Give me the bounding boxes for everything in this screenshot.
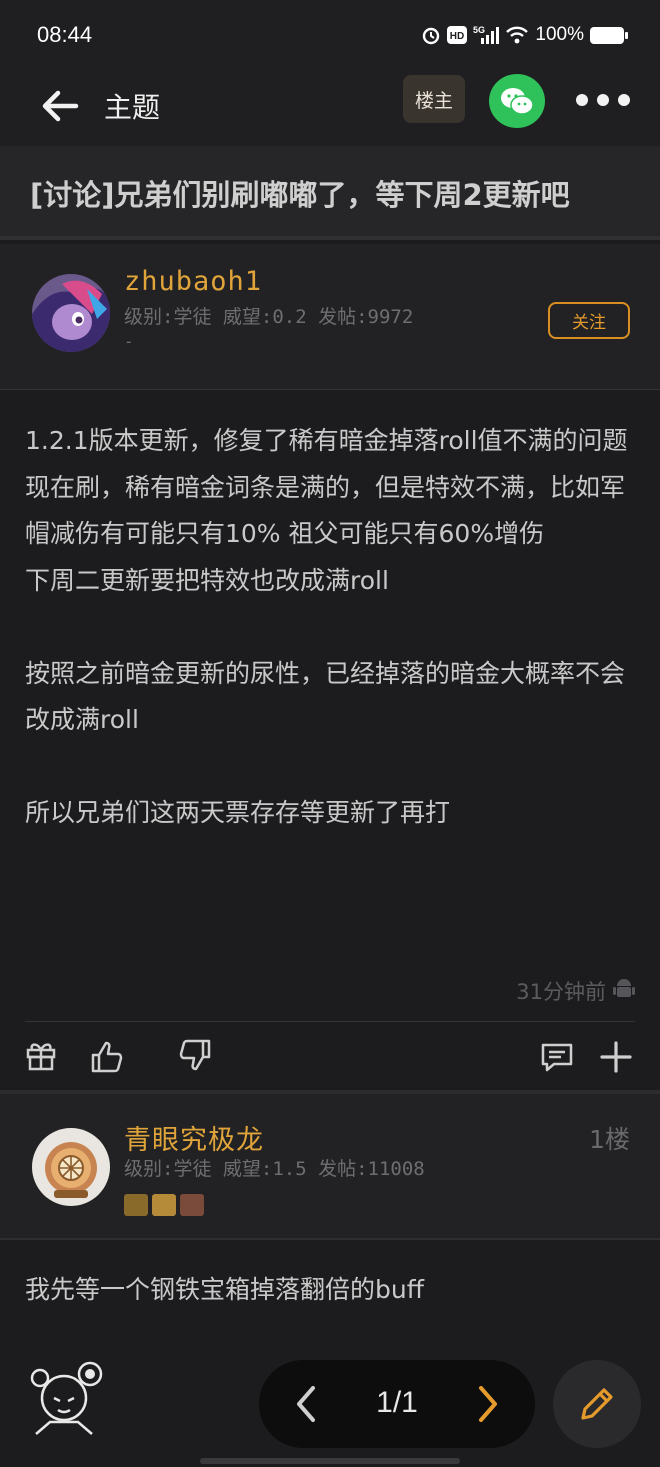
app-header: 主题 楼主 xyxy=(0,72,660,146)
reply-author-meta: 级别:学徒 威望:1.5 发帖:11008 xyxy=(124,1158,425,1180)
author-meta-extra: - xyxy=(124,332,134,351)
badge-icon xyxy=(180,1194,204,1216)
author-meta: 级别:学徒 威望:0.2 发帖:9972 xyxy=(124,306,414,328)
post-timestamp: 31分钟前 xyxy=(516,980,606,1004)
reply-header: 青眼究极龙 级别:学徒 威望:1.5 发帖:11008 1楼 xyxy=(0,1090,660,1240)
gift-icon[interactable] xyxy=(24,1038,58,1072)
dislike-icon[interactable] xyxy=(178,1038,212,1072)
post-line: 现在刷，稀有暗金词条是满的，但是特效不满，比如军帽减伤有可能只有10% 祖父可能… xyxy=(25,472,626,549)
hd-icon: HD xyxy=(447,26,468,44)
status-bar: 08:44 HD 5G 100% xyxy=(0,0,660,72)
user-badges xyxy=(124,1194,204,1216)
author-row: zhubaoh1 级别:学徒 威望:0.2 发帖:9972 - 关注 xyxy=(0,244,660,390)
post-divider xyxy=(25,1021,635,1022)
page-title: 主题 xyxy=(104,91,161,124)
comment-icon[interactable] xyxy=(540,1040,574,1074)
follow-button[interactable]: 关注 xyxy=(548,302,630,339)
chevron-right-icon[interactable] xyxy=(471,1384,505,1424)
post-line xyxy=(25,744,635,791)
plus-icon[interactable] xyxy=(599,1040,633,1074)
edit-icon xyxy=(581,1388,613,1420)
wechat-share-button[interactable] xyxy=(489,74,545,128)
mascot-icon xyxy=(30,1361,103,1435)
topic-title: [讨论]兄弟们别刷嘟嘟了，等下周2更新吧 xyxy=(30,178,570,212)
post-line: 所以兄弟们这两天票存存等更新了再打 xyxy=(25,798,451,827)
author-name[interactable]: zhubaoh1 xyxy=(124,266,262,297)
cellular-signal-icon: 5G xyxy=(473,25,500,45)
home-indicator xyxy=(200,1458,460,1464)
author-avatar[interactable] xyxy=(32,274,110,352)
post-content: 1.2.1版本更新，修复了稀有暗金掉落roll值不满的问题 现在刷，稀有暗金词条… xyxy=(25,418,635,837)
post-body: 1.2.1版本更新，修复了稀有暗金掉落roll值不满的问题 现在刷，稀有暗金词条… xyxy=(0,390,660,1090)
post-line: 下周二更新要把特效也改成满roll xyxy=(25,565,389,595)
floor-label: 1楼 xyxy=(589,1125,630,1154)
svg-text:HD: HD xyxy=(450,31,464,42)
badge-icon xyxy=(124,1194,148,1216)
post-line xyxy=(25,604,635,651)
reply-author-name[interactable]: 青眼究极龙 xyxy=(124,1118,264,1157)
status-time: 08:44 xyxy=(37,22,93,47)
topic-title-bar: [讨论]兄弟们别刷嘟嘟了，等下周2更新吧 xyxy=(0,146,660,240)
reply-avatar[interactable] xyxy=(32,1128,110,1206)
badge-icon xyxy=(152,1194,176,1216)
pagination-bar: 1/1 xyxy=(259,1360,535,1448)
status-indicators: HD 5G 100% xyxy=(421,24,628,46)
like-icon[interactable] xyxy=(90,1040,124,1074)
more-icon[interactable] xyxy=(575,90,631,110)
network-type-text: 5G xyxy=(473,25,485,35)
battery-percent: 100% xyxy=(535,24,584,45)
reply-content: 我先等一个钢铁宝箱掉落翻倍的buff xyxy=(25,1275,424,1304)
wechat-icon xyxy=(501,88,534,115)
only-op-button[interactable]: 楼主 xyxy=(403,75,465,123)
alarm-icon xyxy=(421,25,441,45)
post-line: 1.2.1版本更新，修复了稀有暗金掉落roll值不满的问题 xyxy=(25,426,628,455)
android-icon xyxy=(613,979,635,997)
post-line: 按照之前暗金更新的尿性，已经掉落的暗金大概率不会改成满roll xyxy=(25,658,626,735)
battery-icon xyxy=(590,26,628,44)
back-icon[interactable] xyxy=(38,84,82,128)
reply-edit-button[interactable] xyxy=(553,1360,641,1448)
wifi-icon xyxy=(505,26,529,44)
